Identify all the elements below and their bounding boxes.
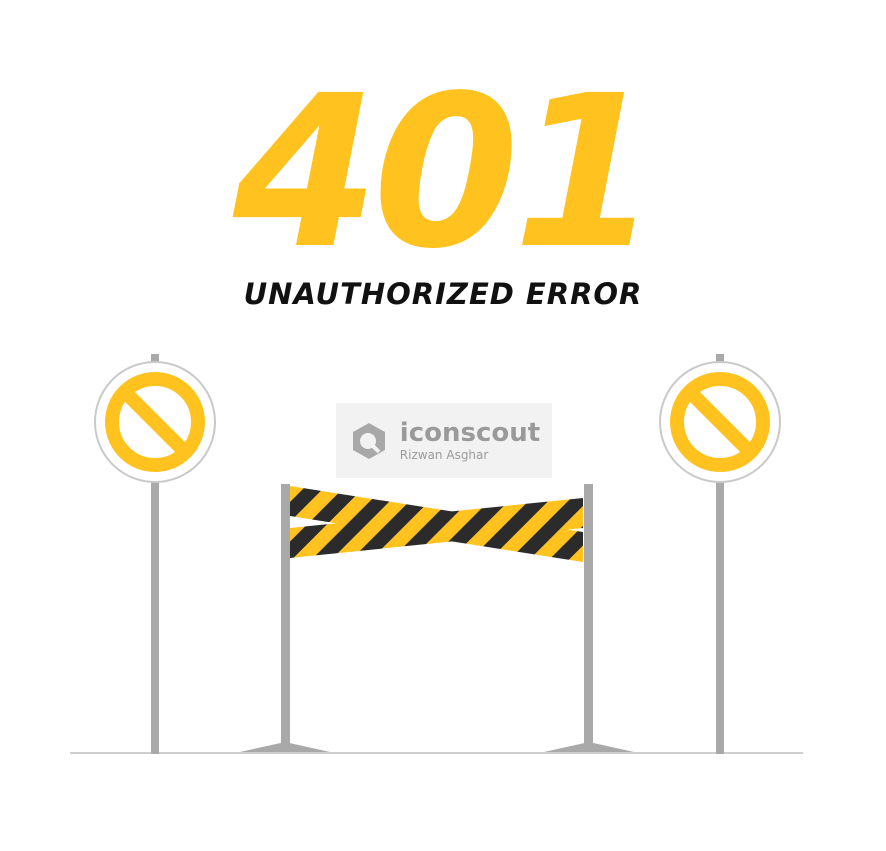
watermark-brand: iconscout	[399, 418, 541, 448]
no-entry-sign-icon	[659, 354, 781, 754]
iconscout-logo-icon	[352, 422, 385, 459]
watermark-author: Rizwan Asghar	[399, 448, 489, 462]
no-entry-sign-icon	[94, 354, 216, 754]
watermark: iconscout Rizwan Asghar	[336, 403, 552, 478]
caution-tape-barrier-icon	[240, 484, 634, 752]
